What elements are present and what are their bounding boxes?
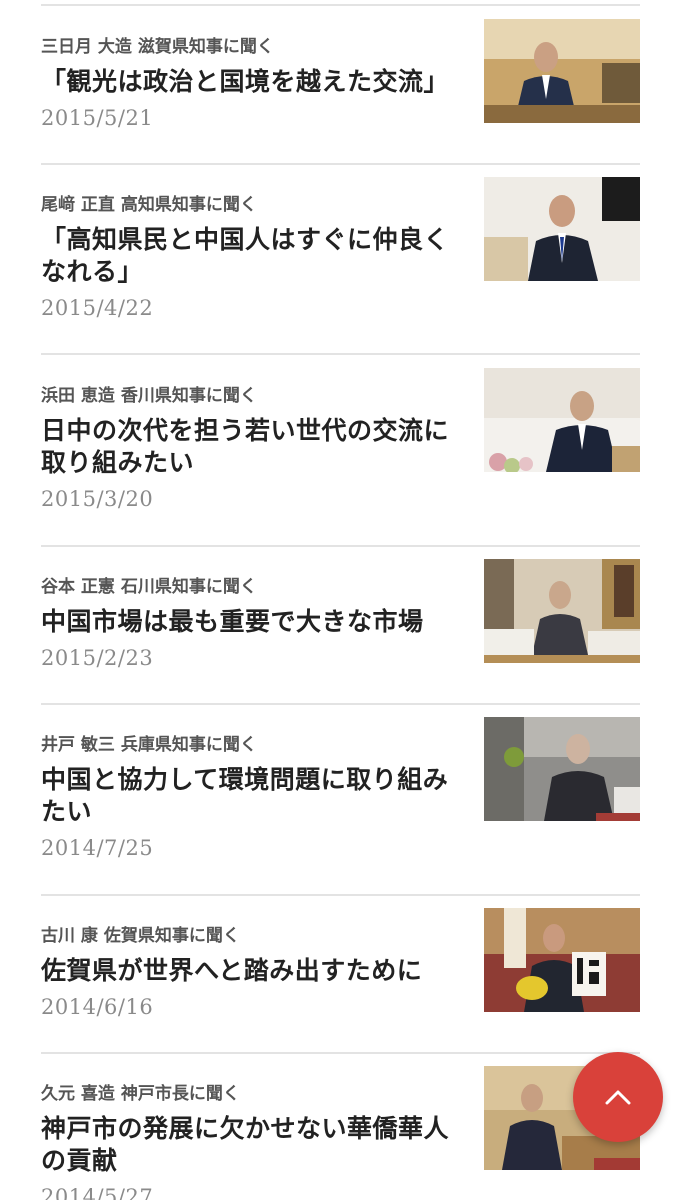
article-date: 2014/7/25 [41, 836, 154, 860]
article-date: 2015/3/20 [41, 487, 154, 511]
article-text: 井戸 敏三 兵庫県知事に聞く 中国と協力して環境問題に取り組みたい 2014/7… [41, 734, 461, 862]
article-thumbnail[interactable] [484, 717, 640, 821]
top-divider [41, 4, 640, 6]
article-item[interactable]: 井戸 敏三 兵庫県知事に聞く 中国と協力して環境問題に取り組みたい 2014/7… [41, 717, 640, 896]
article-text: 古川 康 佐賀県知事に聞く 佐賀県が世界へと踏み出すために 2014/6/16 [41, 925, 461, 1021]
photo-interview-thumbnail-icon [484, 177, 640, 281]
article-date: 2014/6/16 [41, 995, 154, 1019]
article-byline: 久元 喜造 神戸市長に聞く [41, 1084, 240, 1104]
article-thumbnail[interactable] [484, 19, 640, 123]
article-byline: 尾﨑 正直 高知県知事に聞く [41, 195, 257, 215]
article-thumbnail[interactable] [484, 559, 640, 663]
article-byline: 井戸 敏三 兵庫県知事に聞く [41, 735, 257, 755]
photo-interview-thumbnail-icon [484, 908, 640, 1012]
photo-interview-thumbnail-icon [484, 368, 640, 472]
article-headline[interactable]: 日中の次代を担う若い世代の交流に取り組みたい [41, 415, 461, 479]
article-text: 浜田 恵造 香川県知事に聞く 日中の次代を担う若い世代の交流に取り組みたい 20… [41, 385, 461, 513]
article-text: 尾﨑 正直 高知県知事に聞く 「高知県民と中国人はすぐに仲良くなれる」 2015… [41, 194, 461, 322]
article-item[interactable]: 三日月 大造 滋賀県知事に聞く 「観光は政治と国境を越えた交流」 2015/5/… [41, 19, 640, 165]
article-item[interactable]: 浜田 恵造 香川県知事に聞く 日中の次代を担う若い世代の交流に取り組みたい 20… [41, 368, 640, 547]
photo-interview-thumbnail-icon [484, 19, 640, 123]
article-byline: 古川 康 佐賀県知事に聞く [41, 926, 240, 946]
article-date: 2014/5/27 [41, 1185, 154, 1200]
article-thumbnail[interactable] [484, 368, 640, 472]
article-divider [41, 703, 640, 705]
article-list-page: 三日月 大造 滋賀県知事に聞く 「観光は政治と国境を越えた交流」 2015/5/… [0, 0, 681, 1200]
chevron-up-icon [605, 1090, 631, 1105]
article-item[interactable]: 久元 喜造 神戸市長に聞く 神戸市の発展に欠かせない華僑華人の貢献 2014/5… [41, 1066, 640, 1200]
photo-interview-thumbnail-icon [484, 717, 640, 821]
article-thumbnail[interactable] [484, 177, 640, 281]
article-divider [41, 545, 640, 547]
article-byline: 谷本 正憲 石川県知事に聞く [41, 577, 257, 597]
article-divider [41, 163, 640, 165]
article-item[interactable]: 古川 康 佐賀県知事に聞く 佐賀県が世界へと踏み出すために 2014/6/16 [41, 908, 640, 1054]
scroll-to-top-button[interactable] [573, 1052, 663, 1142]
article-text: 谷本 正憲 石川県知事に聞く 中国市場は最も重要で大きな市場 2015/2/23 [41, 576, 461, 672]
article-date: 2015/2/23 [41, 646, 154, 670]
article-divider [41, 353, 640, 355]
article-byline: 三日月 大造 滋賀県知事に聞く [41, 37, 274, 57]
article-byline: 浜田 恵造 香川県知事に聞く [41, 386, 257, 406]
article-headline[interactable]: 神戸市の発展に欠かせない華僑華人の貢献 [41, 1113, 461, 1177]
article-thumbnail[interactable] [484, 908, 640, 1012]
article-item[interactable]: 尾﨑 正直 高知県知事に聞く 「高知県民と中国人はすぐに仲良くなれる」 2015… [41, 177, 640, 355]
article-text: 久元 喜造 神戸市長に聞く 神戸市の発展に欠かせない華僑華人の貢献 2014/5… [41, 1083, 461, 1200]
article-date: 2015/5/21 [41, 106, 154, 130]
article-headline[interactable]: 中国市場は最も重要で大きな市場 [41, 606, 461, 638]
article-headline[interactable]: 「観光は政治と国境を越えた交流」 [41, 66, 461, 98]
article-date: 2015/4/22 [41, 296, 154, 320]
article-divider [41, 894, 640, 896]
article-text: 三日月 大造 滋賀県知事に聞く 「観光は政治と国境を越えた交流」 2015/5/… [41, 36, 461, 132]
article-headline[interactable]: 中国と協力して環境問題に取り組みたい [41, 764, 461, 828]
article-divider [41, 1052, 640, 1054]
article-headline[interactable]: 佐賀県が世界へと踏み出すために [41, 955, 461, 987]
article-headline[interactable]: 「高知県民と中国人はすぐに仲良くなれる」 [41, 224, 461, 288]
photo-interview-thumbnail-icon [484, 559, 640, 663]
article-item[interactable]: 谷本 正憲 石川県知事に聞く 中国市場は最も重要で大きな市場 2015/2/23 [41, 559, 640, 705]
